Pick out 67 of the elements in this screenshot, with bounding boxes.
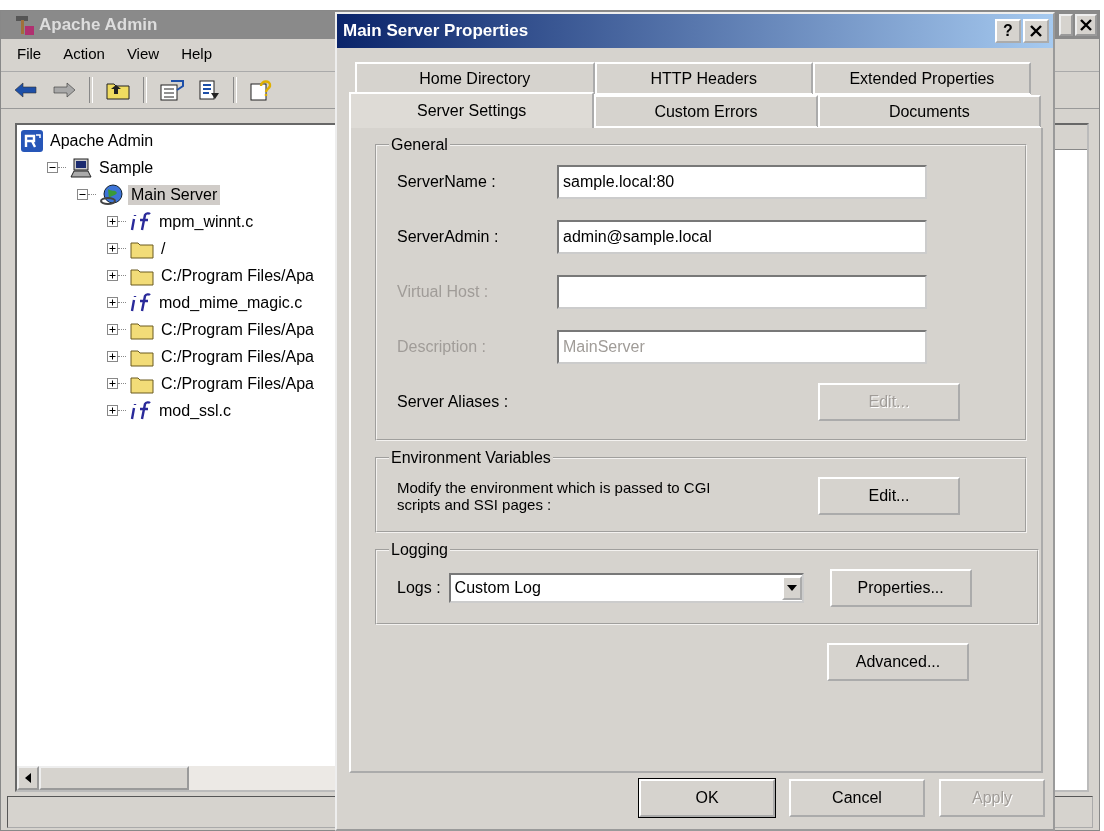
tree-item[interactable]: /: [158, 238, 169, 259]
edit-button[interactable]: Edit...: [818, 477, 960, 515]
expand-icon[interactable]: [107, 324, 118, 335]
tab[interactable]: Custom Errors: [594, 95, 818, 128]
module-icon: [130, 400, 152, 421]
menu-item[interactable]: Action: [63, 45, 105, 65]
expand-icon[interactable]: [107, 243, 118, 254]
module-icon: [130, 211, 152, 232]
text-field[interactable]: admin@sample.local: [557, 219, 927, 254]
menu-item[interactable]: View: [126, 45, 160, 65]
expand-icon[interactable]: [107, 405, 118, 416]
close-icon: [1030, 25, 1042, 37]
tree-item[interactable]: Main Server: [128, 184, 221, 205]
expand-icon[interactable]: [107, 216, 118, 227]
tree-item[interactable]: C:/Program Files/Apa: [158, 346, 317, 367]
help-icon[interactable]: [249, 79, 273, 101]
tree-item[interactable]: Sample: [96, 157, 157, 178]
tree-item[interactable]: Apache Admin: [47, 130, 157, 151]
properties-icon[interactable]: [159, 79, 185, 101]
group-title: Logging: [390, 541, 449, 559]
field-label: Logs :: [397, 579, 441, 597]
tab[interactable]: HTTP Headers: [594, 62, 813, 95]
tab[interactable]: Documents: [817, 95, 1041, 128]
group-title: General: [390, 136, 449, 154]
left-triangle-icon: [25, 773, 31, 783]
app-icon: [21, 129, 43, 152]
scrollbar-thumb[interactable]: [39, 766, 189, 790]
tree-item[interactable]: mod_ssl.c: [156, 400, 235, 421]
hammer-icon: [13, 14, 35, 36]
collapse-icon[interactable]: [77, 189, 88, 200]
left-arrow-icon[interactable]: [13, 80, 39, 100]
properties-button[interactable]: Properties...: [829, 569, 972, 607]
field-label: ServerName :: [397, 172, 497, 191]
tree-item[interactable]: C:/Program Files/Apa: [158, 319, 317, 340]
tree-item[interactable]: C:/Program Files/Apa: [158, 373, 317, 394]
computer-icon: [70, 157, 92, 178]
close-icon: [1080, 19, 1092, 31]
field-label: ServerAdmin :: [397, 227, 500, 246]
tree-item[interactable]: mpm_winnt.c: [156, 211, 257, 232]
tree-item[interactable]: mod_mime_magic.c: [156, 292, 306, 313]
dialog-button[interactable]: Cancel: [789, 779, 925, 817]
tab[interactable]: Extended Properties: [812, 62, 1031, 95]
text-field[interactable]: sample.local:80: [557, 164, 927, 199]
field-label: Server Aliases :: [397, 392, 510, 411]
logs-dropdown[interactable]: Custom Log: [448, 573, 804, 603]
globe-icon: [100, 183, 124, 206]
expand-icon[interactable]: [107, 351, 118, 362]
window-title: Apache Admin: [39, 15, 158, 35]
collapse-icon[interactable]: [47, 162, 58, 173]
expand-icon[interactable]: [107, 297, 118, 308]
help-button[interactable]: ?: [995, 19, 1021, 43]
tab[interactable]: Server Settings: [349, 92, 595, 128]
menu-item[interactable]: File: [17, 45, 42, 65]
group-title: Environment Variables: [390, 449, 552, 467]
module-icon: [130, 292, 152, 313]
scroll-left-button[interactable]: [17, 766, 39, 790]
expand-icon[interactable]: [107, 270, 118, 281]
dialog-title: Main Server Properties: [343, 21, 529, 41]
advanced-button[interactable]: Advanced...: [827, 643, 969, 681]
tree-item[interactable]: C:/Program Files/Apa: [158, 265, 317, 286]
close-button[interactable]: [1075, 14, 1097, 36]
expand-icon[interactable]: [107, 378, 118, 389]
menu-item[interactable]: Help: [181, 45, 212, 65]
dropdown-arrow-icon: [786, 585, 797, 591]
description-text: Modify the environment which is passed to CGI scripts and SSI pages :: [397, 479, 712, 513]
dialog-button[interactable]: OK: [639, 779, 775, 817]
list-icon[interactable]: [197, 79, 221, 101]
